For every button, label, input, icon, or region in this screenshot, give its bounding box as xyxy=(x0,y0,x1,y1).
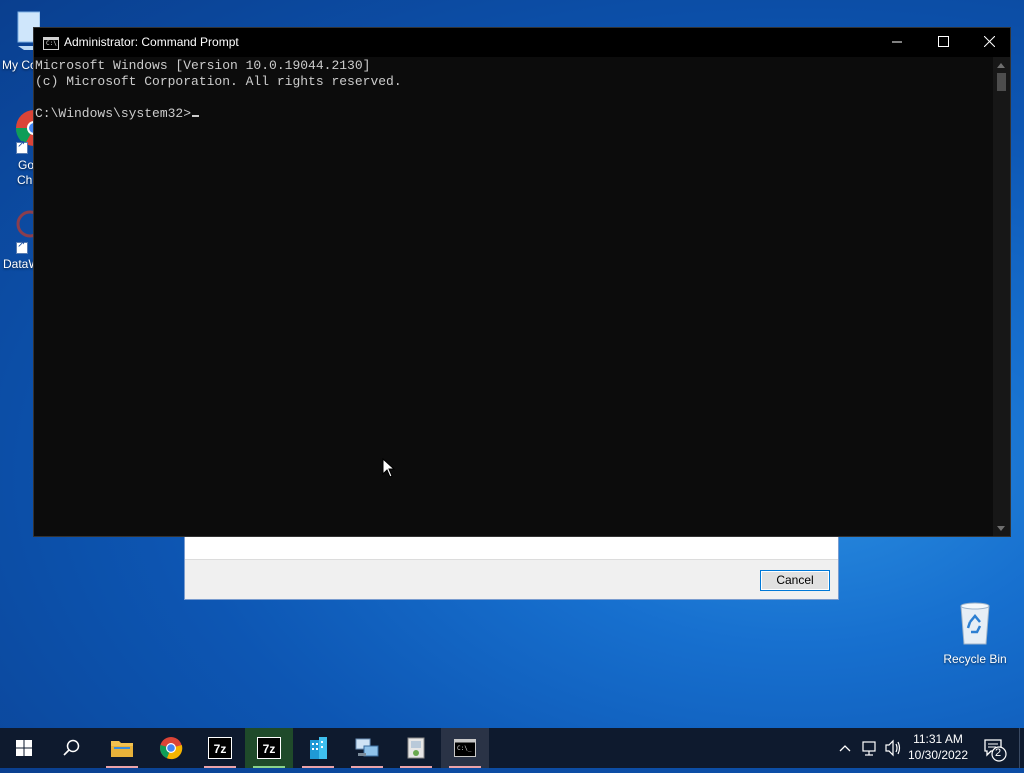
taskbar-installer[interactable] xyxy=(392,728,440,768)
mouse-pointer-icon xyxy=(382,458,396,478)
windows-logo-icon xyxy=(16,740,32,756)
show-desktop-button[interactable] xyxy=(1019,728,1024,768)
start-button[interactable] xyxy=(0,728,48,768)
notification-count-badge: 2 xyxy=(995,747,1002,759)
7zip-icon: 7z xyxy=(208,737,232,759)
scroll-down-arrow-icon[interactable] xyxy=(997,526,1005,531)
search-button[interactable] xyxy=(48,728,96,768)
desktop-icon-recycle-bin[interactable]: Recycle Bin xyxy=(940,600,1010,666)
minimize-button[interactable] xyxy=(874,28,920,57)
clock-time: 11:31 AM xyxy=(913,732,963,746)
dialog-content-area xyxy=(185,537,838,560)
speaker-icon xyxy=(885,739,901,757)
taskbar-building-app[interactable] xyxy=(294,728,342,768)
network-icon xyxy=(862,741,876,756)
background-dialog: Cancel xyxy=(184,536,839,600)
close-icon xyxy=(983,35,995,48)
cancel-button[interactable]: Cancel xyxy=(760,570,830,591)
command-prompt-icon: C:\_ xyxy=(454,739,476,757)
chrome-icon xyxy=(160,737,183,760)
desktop-icon-label: My Co xyxy=(2,58,37,72)
network-computer-icon xyxy=(355,738,379,757)
7zip-icon-text: 7z xyxy=(263,742,276,756)
taskbar-7zip[interactable]: 7z xyxy=(196,728,244,768)
command-prompt-icon: C:\ xyxy=(43,37,59,50)
network-tray-button[interactable] xyxy=(861,728,881,768)
recycle-bin-icon xyxy=(960,602,990,645)
search-icon xyxy=(63,739,80,756)
console-line: Microsoft Windows [Version 10.0.19044.21… xyxy=(35,58,371,73)
volume-tray-button[interactable] xyxy=(884,728,904,768)
taskbar-network-app[interactable] xyxy=(343,728,391,768)
action-center-button[interactable]: 2 xyxy=(980,728,1018,768)
shortcut-arrow-icon xyxy=(16,239,28,254)
taskbar-file-explorer[interactable] xyxy=(98,728,146,768)
console-line: (c) Microsoft Corporation. All rights re… xyxy=(35,74,402,89)
scrollbar-thumb[interactable] xyxy=(997,73,1006,91)
building-app-icon xyxy=(310,737,327,759)
text-cursor xyxy=(192,115,200,117)
desktop-icon-label: Ch xyxy=(17,173,33,187)
desktop-icon-label: Go xyxy=(18,158,35,172)
minimize-icon xyxy=(891,41,902,43)
taskbar-clock[interactable]: 11:31 AM 10/30/2022 xyxy=(902,731,974,763)
installer-icon xyxy=(407,737,425,759)
chevron-up-icon xyxy=(839,745,851,752)
console-output[interactable]: Microsoft Windows [Version 10.0.19044.21… xyxy=(34,57,993,536)
maximize-icon xyxy=(937,36,949,47)
taskbar-command-prompt[interactable]: C:\_ xyxy=(441,728,489,768)
7zip-icon-text: 7z xyxy=(214,742,227,756)
show-hidden-icons-button[interactable] xyxy=(838,728,856,768)
shortcut-arrow-icon xyxy=(16,139,28,154)
taskbar-7zip-file-manager[interactable]: 7z xyxy=(245,728,293,768)
window-titlebar[interactable]: C:\ Administrator: Command Prompt xyxy=(34,28,1010,57)
console-prompt: C:\Windows\system32> xyxy=(35,106,192,121)
console-prompt-line[interactable]: C:\Windows\system32> xyxy=(35,106,993,122)
window-title: Administrator: Command Prompt xyxy=(64,35,239,49)
taskbar-chrome[interactable] xyxy=(147,728,195,768)
command-prompt-window[interactable]: C:\ Administrator: Command Prompt Micros… xyxy=(33,27,1011,537)
vertical-scrollbar[interactable] xyxy=(993,57,1010,536)
clock-date: 10/30/2022 xyxy=(907,748,969,762)
close-button[interactable] xyxy=(966,28,1012,57)
taskbar: 7z 7z C:\_ 11:31 AM 10/30/2022 2 xyxy=(0,728,1024,768)
svg-text:C:\_: C:\_ xyxy=(457,745,472,752)
scroll-up-arrow-icon[interactable] xyxy=(997,63,1005,68)
recycle-bin-label: Recycle Bin xyxy=(943,652,1007,666)
maximize-button[interactable] xyxy=(920,28,966,57)
7zip-filemanager-icon: 7z xyxy=(257,737,281,759)
file-explorer-icon xyxy=(111,741,133,757)
